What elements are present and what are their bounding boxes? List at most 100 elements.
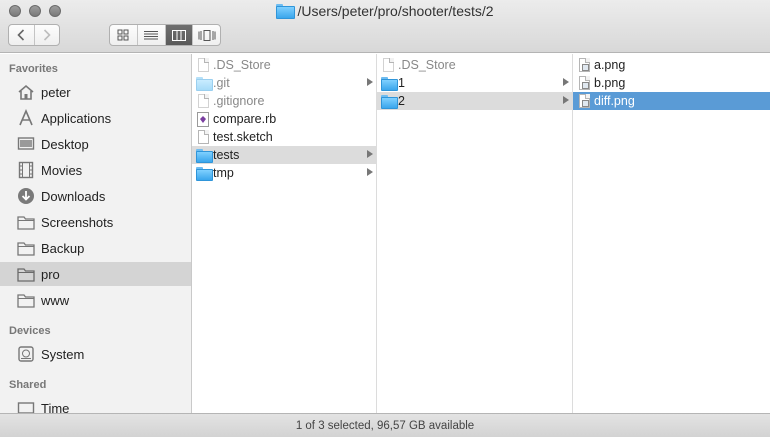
movies-icon [17, 161, 35, 179]
network-computer-icon [17, 399, 35, 413]
sidebar-item-backup[interactable]: Backup [0, 236, 191, 260]
icon-grid-icon [117, 29, 129, 41]
browser-column-2[interactable]: .DS_Store 1 2 [377, 54, 573, 413]
list-item[interactable]: compare.rb [192, 110, 376, 128]
sidebar-item-label: System [41, 346, 85, 362]
list-item[interactable]: tests [192, 146, 376, 164]
chevron-right-icon [43, 29, 51, 41]
file-name: tests [213, 148, 240, 162]
sidebar-item-desktop[interactable]: Desktop [0, 132, 191, 156]
sidebar: Favorites peter Applications Desktop Mov… [0, 54, 192, 413]
sidebar-item-label: Backup [41, 240, 85, 256]
disclosure-arrow-icon [367, 150, 373, 158]
sidebar-item-www[interactable]: www [0, 288, 191, 312]
document-icon [196, 129, 210, 145]
navigation-buttons [8, 24, 60, 46]
file-name: a.png [594, 58, 626, 72]
folder-icon[interactable] [276, 4, 296, 19]
folder-icon [381, 93, 398, 109]
list-item[interactable]: 1 [377, 74, 572, 92]
disclosure-arrow-icon [367, 78, 373, 86]
list-lines-icon [144, 30, 159, 39]
status-bar: 1 of 3 selected, 96,57 GB available [0, 413, 770, 437]
view-mode-switcher [109, 24, 221, 46]
image-file-icon [577, 57, 591, 73]
columns-icon [171, 29, 186, 41]
back-button[interactable] [9, 25, 35, 45]
file-name: compare.rb [213, 112, 277, 126]
file-name: .DS_Store [398, 58, 456, 72]
file-name: tmp [213, 166, 234, 180]
list-item[interactable]: .DS_Store [192, 56, 376, 74]
folder-icon [17, 213, 35, 231]
column-view-button[interactable] [165, 25, 194, 45]
disclosure-arrow-icon [563, 78, 569, 86]
applications-icon [17, 109, 35, 127]
hard-drive-icon [17, 345, 35, 363]
file-name: 1 [398, 76, 405, 90]
document-icon [196, 57, 210, 73]
cover-flow-icon [198, 29, 216, 41]
downloads-icon [17, 187, 35, 205]
sidebar-item-label: Desktop [41, 136, 89, 152]
disclosure-arrow-icon [367, 168, 373, 176]
desktop-icon [17, 135, 35, 153]
folder-icon [196, 165, 213, 181]
document-icon [196, 93, 210, 109]
list-item[interactable]: 2 [377, 92, 572, 110]
sidebar-item-peter[interactable]: peter [0, 80, 191, 104]
file-name: .git [213, 76, 230, 90]
folder-icon [17, 239, 35, 257]
folder-icon [196, 147, 213, 163]
file-name: diff.png [594, 94, 635, 108]
list-item[interactable]: diff.png [573, 92, 770, 110]
status-text: 1 of 3 selected, 96,57 GB available [295, 419, 475, 432]
sidebar-item-label: pro [41, 266, 60, 282]
sidebar-item-movies[interactable]: Movies [0, 158, 191, 182]
list-item[interactable]: .DS_Store [377, 56, 572, 74]
sidebar-item-label: peter [41, 84, 71, 100]
browser-column-3[interactable]: a.png b.png diff.png [573, 54, 770, 413]
list-item[interactable]: .git [192, 74, 376, 92]
sidebar-item-label: Applications [41, 110, 112, 126]
list-item[interactable]: a.png [573, 56, 770, 74]
folder-icon [196, 75, 213, 91]
sidebar-item-pro[interactable]: pro [0, 262, 191, 286]
document-icon [381, 57, 395, 73]
sidebar-item-time[interactable]: Time [0, 396, 191, 413]
sidebar-heading-devices: Devices [9, 325, 51, 337]
list-view-button[interactable] [138, 25, 166, 45]
window-title-area: /Users/peter/pro/shooter/tests/2 [0, 3, 770, 21]
sidebar-heading-shared: Shared [9, 379, 47, 391]
file-name: b.png [594, 76, 626, 90]
folder-icon [381, 75, 398, 91]
browser-column-1[interactable]: .DS_Store .git .gitignore compare.rb tes… [192, 54, 377, 413]
sidebar-item-label: Movies [41, 162, 83, 178]
sidebar-item-downloads[interactable]: Downloads [0, 184, 191, 208]
list-item[interactable]: .gitignore [192, 92, 376, 110]
sidebar-item-screenshots[interactable]: Screenshots [0, 210, 191, 234]
list-item[interactable]: b.png [573, 74, 770, 92]
file-name: .DS_Store [213, 58, 271, 72]
sidebar-item-label: Screenshots [41, 214, 114, 230]
chevron-left-icon [17, 29, 25, 41]
folder-icon [17, 291, 35, 309]
image-file-icon [577, 75, 591, 91]
file-name: test.sketch [213, 130, 273, 144]
ruby-file-icon [196, 111, 210, 127]
forward-button[interactable] [35, 25, 60, 45]
window-title: /Users/peter/pro/shooter/tests/2 [297, 3, 494, 19]
image-file-icon [577, 93, 591, 109]
sidebar-item-applications[interactable]: Applications [0, 106, 191, 130]
disclosure-arrow-icon [563, 96, 569, 104]
file-name: 2 [398, 94, 405, 108]
title-bar: /Users/peter/pro/shooter/tests/2 [0, 0, 770, 53]
icon-view-button[interactable] [110, 25, 138, 45]
sidebar-item-label: www [41, 292, 70, 308]
sidebar-item-system[interactable]: System [0, 342, 191, 366]
list-item[interactable]: tmp [192, 164, 376, 182]
sidebar-item-label: Downloads [41, 188, 106, 204]
list-item[interactable]: test.sketch [192, 128, 376, 146]
cover-flow-view-button[interactable] [193, 25, 220, 45]
sidebar-heading-favorites: Favorites [9, 63, 58, 75]
